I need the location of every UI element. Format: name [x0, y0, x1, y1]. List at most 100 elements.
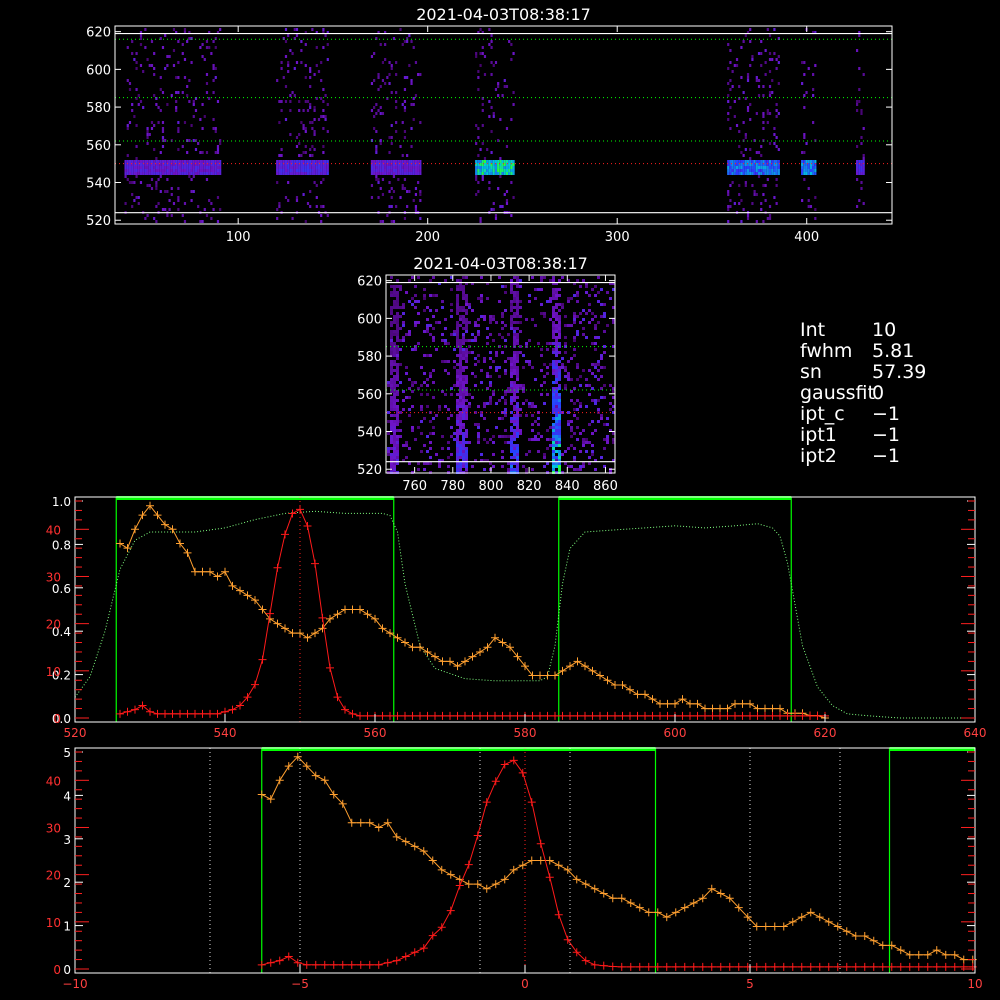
heatmap-cell	[495, 402, 498, 405]
heatmap-cell	[181, 214, 184, 217]
heatmap-cell	[468, 321, 471, 324]
heatmap-cell	[570, 429, 573, 432]
heatmap-cell	[465, 414, 468, 417]
heatmap-cell	[594, 327, 597, 330]
heatmap-cell	[423, 288, 426, 291]
heatmap-cell	[300, 49, 303, 52]
heatmap-cell	[494, 166, 498, 169]
heatmap-cell	[170, 187, 173, 190]
data-point	[768, 711, 777, 720]
heatmap-cell	[757, 172, 761, 175]
heatmap-cell	[159, 175, 162, 178]
data-point	[473, 831, 482, 840]
series-markers-signal	[257, 756, 977, 971]
heatmap-cell	[479, 166, 482, 169]
heatmap-cell	[214, 151, 217, 154]
heatmap-cell	[773, 160, 776, 163]
data-point	[608, 894, 617, 903]
heatmap-cell	[453, 438, 456, 441]
heatmap-cell	[401, 187, 404, 190]
heatmap-cell	[166, 103, 169, 106]
heatmap-cell	[131, 103, 134, 106]
heatmap-cell	[219, 166, 222, 169]
heatmap-cell	[390, 447, 393, 450]
heatmap-cell	[459, 426, 462, 429]
data-point	[797, 962, 806, 971]
heatmap-cell	[591, 453, 594, 456]
heatmap-cell	[379, 106, 382, 109]
heatmap-cell	[387, 384, 390, 387]
heatmap-cell	[387, 420, 390, 423]
heatmap-cell	[573, 468, 576, 471]
heatmap-cell	[582, 465, 585, 468]
heatmap-cell	[582, 429, 585, 432]
heatmap-cell	[731, 172, 734, 175]
heatmap-cell	[501, 327, 504, 330]
data-point	[408, 711, 417, 720]
data-point	[275, 956, 284, 965]
heatmap-cell	[492, 166, 495, 169]
heatmap-cell	[807, 172, 810, 175]
heatmap-cell	[387, 450, 390, 453]
heatmap-cell	[414, 381, 417, 384]
heatmap-cell	[453, 384, 456, 387]
red-y-tick-label: 30	[46, 821, 61, 835]
heatmap-cell	[137, 169, 140, 172]
heatmap-cell	[801, 172, 804, 175]
heatmap-cell	[390, 360, 393, 363]
heatmap-cell	[579, 384, 582, 387]
heatmap-cell	[531, 414, 534, 417]
heatmap-cell	[293, 160, 296, 163]
heatmap-cell	[558, 453, 561, 456]
heatmap-cell	[153, 160, 156, 163]
heatmap-cell	[552, 393, 555, 396]
heatmap-cell	[510, 426, 513, 429]
heatmap-cell	[555, 363, 558, 366]
heatmap-cell	[855, 49, 859, 52]
heatmap-cell	[513, 429, 516, 432]
data-point	[707, 962, 716, 971]
heatmap-cell	[447, 441, 450, 444]
heatmap-cell	[534, 405, 537, 408]
heatmap-cell	[126, 172, 129, 175]
heatmap-cell	[390, 378, 393, 381]
heatmap-cell	[194, 109, 198, 112]
heatmap-cell	[386, 166, 389, 169]
heatmap-cell	[135, 166, 138, 169]
heatmap-cell	[503, 166, 506, 169]
heatmap-cell	[423, 297, 426, 300]
data-point	[878, 962, 887, 971]
heatmap-cell	[379, 187, 382, 190]
data-point	[641, 711, 649, 720]
heatmap-cell	[755, 166, 758, 169]
heatmap-cell	[471, 339, 474, 342]
heatmap-cell	[459, 390, 462, 393]
heatmap-cell	[405, 456, 408, 459]
heatmap-cell	[159, 166, 162, 169]
heatmap-cell	[166, 214, 169, 217]
heatmap-cell	[490, 46, 493, 49]
data-point	[599, 961, 608, 970]
y-tick-label: 580	[357, 350, 382, 365]
heatmap-cell	[128, 160, 132, 163]
heatmap-cell	[594, 285, 597, 288]
heatmap-cell	[768, 163, 772, 166]
heatmap-cell	[408, 190, 411, 193]
heatmap-cell	[801, 151, 804, 154]
x-tick-label: 400	[794, 230, 819, 245]
heatmap-cell	[807, 160, 810, 163]
data-point	[680, 903, 689, 912]
heatmap-cell	[744, 181, 747, 184]
heatmap-cell	[555, 387, 558, 390]
heatmap-cell	[146, 172, 149, 175]
heatmap-cell	[399, 145, 402, 148]
heatmap-cell	[528, 402, 531, 405]
heatmap-cell	[546, 300, 549, 303]
heatmap-cell	[543, 363, 546, 366]
heatmap-cell	[317, 70, 321, 73]
heatmap-cell	[546, 462, 549, 465]
heatmap-cell	[513, 417, 516, 420]
heatmap-cell	[516, 306, 519, 309]
heatmap-cell	[139, 100, 143, 103]
heatmap-cell	[212, 118, 215, 121]
